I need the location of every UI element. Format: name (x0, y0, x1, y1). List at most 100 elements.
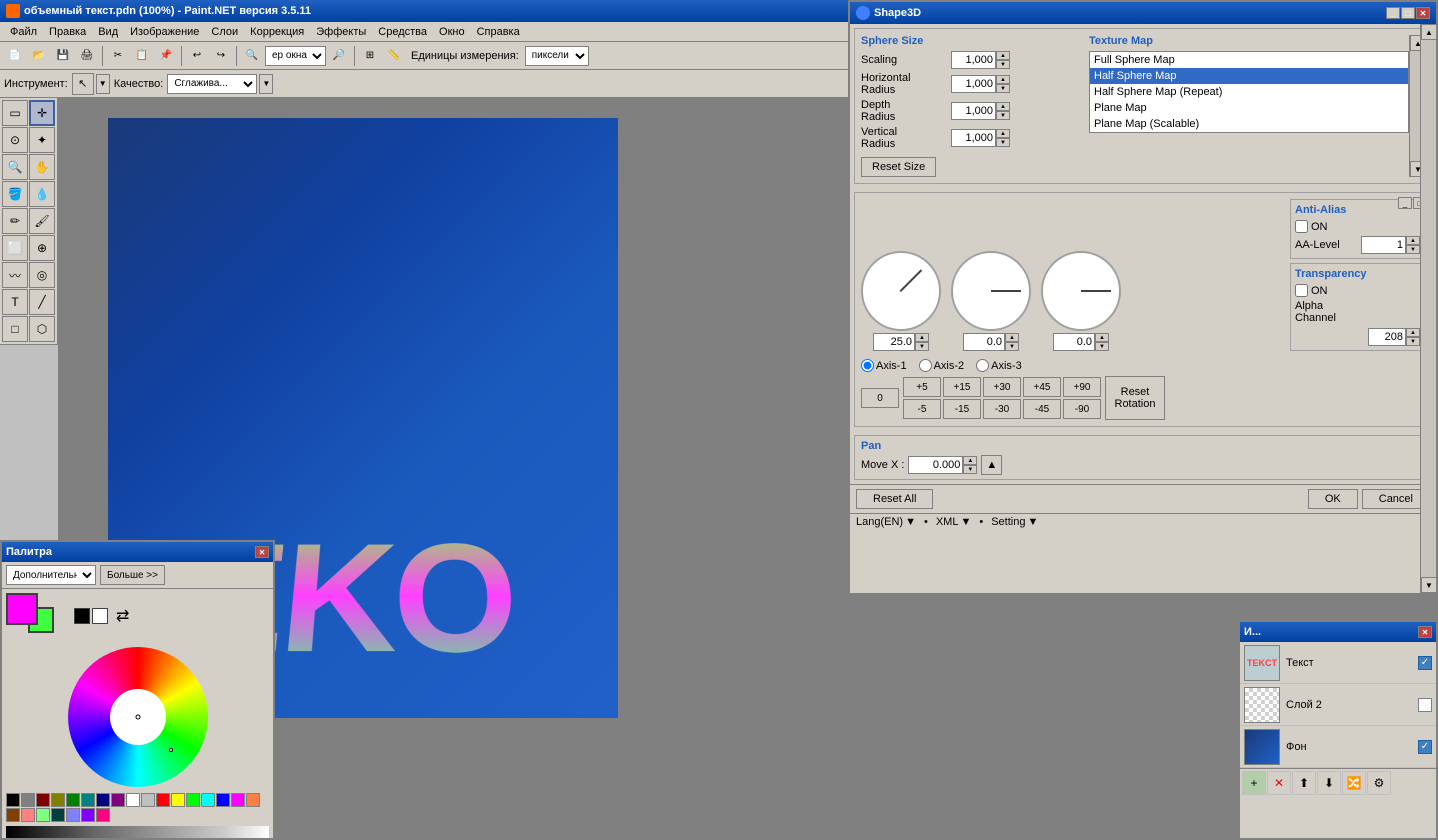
tool-zoom[interactable]: 🔍 (2, 154, 28, 180)
menu-help[interactable]: Справка (471, 24, 526, 40)
menu-file[interactable]: Файл (4, 24, 43, 40)
texture-half-sphere-repeat[interactable]: Half Sphere Map (Repeat) (1090, 84, 1408, 100)
palette-mode-combo[interactable]: Дополнительны (6, 565, 96, 585)
menu-image[interactable]: Изображение (124, 24, 205, 40)
axis1-up-btn[interactable]: ▲ (915, 333, 929, 342)
move-x-up-btn[interactable]: ▲ (963, 456, 977, 465)
plus90-btn[interactable]: +90 (1063, 377, 1101, 397)
tool-smear[interactable]: 〰 (2, 262, 28, 288)
move-x-input[interactable]: 0.000 (908, 456, 963, 474)
add-layer-btn[interactable]: + (1242, 771, 1266, 795)
vertical-radius-input[interactable]: 1,000 (951, 129, 996, 147)
tool-paint-bucket[interactable]: 🪣 (2, 181, 28, 207)
axis2-value-input[interactable]: 0.0 (963, 333, 1005, 351)
antialias-checkbox[interactable] (1295, 220, 1308, 233)
axis3-down-btn[interactable]: ▼ (1095, 342, 1109, 351)
print-button[interactable]: 🖨 (76, 45, 98, 67)
axis2-down-btn[interactable]: ▼ (1005, 342, 1019, 351)
minus90-btn[interactable]: -90 (1063, 399, 1101, 419)
axis3-value-input[interactable]: 0.0 (1053, 333, 1095, 351)
tool-dropdown[interactable]: ▼ (96, 74, 110, 94)
palette-color-14[interactable] (216, 793, 230, 807)
menu-edit[interactable]: Правка (43, 24, 92, 40)
axis2-radio[interactable] (919, 359, 932, 372)
layers-close-btn[interactable]: ✕ (1418, 626, 1432, 638)
tool-pan[interactable]: ✋ (29, 154, 55, 180)
scaling-down-btn[interactable]: ▼ (996, 60, 1010, 69)
layer-2-item[interactable]: Слой 2 (1240, 684, 1436, 726)
shape3d-minimize-btn[interactable]: _ (1386, 7, 1400, 19)
tool-gradient[interactable]: ⬡ (29, 316, 55, 342)
palette-color-12[interactable] (186, 793, 200, 807)
tool-text[interactable]: T (2, 289, 28, 315)
palette-color-19[interactable] (36, 808, 50, 822)
axis1-value-input[interactable]: 25.0 (873, 333, 915, 351)
palette-color-15[interactable] (231, 793, 245, 807)
palette-color-1[interactable] (21, 793, 35, 807)
layer-text-item[interactable]: TEKCT Текст ✓ (1240, 642, 1436, 684)
tool-clone[interactable]: ⊕ (29, 235, 55, 261)
palette-color-21[interactable] (66, 808, 80, 822)
palette-more-btn[interactable]: Больше >> (100, 565, 165, 585)
menu-correction[interactable]: Коррекция (244, 24, 310, 40)
plus15-btn[interactable]: +15 (943, 377, 981, 397)
rot-minimize-btn[interactable]: _ (1398, 197, 1412, 209)
tool-selector[interactable]: ↖ (72, 73, 94, 95)
palette-color-7[interactable] (111, 793, 125, 807)
aa-level-input[interactable]: 1 (1361, 236, 1406, 254)
paste-button[interactable]: 📌 (155, 45, 177, 67)
palette-color-11[interactable] (171, 793, 185, 807)
tool-lasso[interactable]: ⊙ (2, 127, 28, 153)
palette-color-23[interactable] (96, 808, 110, 822)
palette-color-22[interactable] (81, 808, 95, 822)
aa-level-down-btn[interactable]: ▼ (1406, 245, 1420, 254)
quality-dropdown[interactable]: ▼ (259, 74, 273, 94)
minus5-btn[interactable]: -5 (903, 399, 941, 419)
open-button[interactable]: 📂 (28, 45, 50, 67)
tool-eraser[interactable]: ⬜ (2, 235, 28, 261)
zoom-combo[interactable]: ер окна (265, 46, 326, 66)
palette-close-btn[interactable]: ✕ (255, 546, 269, 558)
zero-btn[interactable]: 0 (861, 388, 899, 408)
axis2-radio-label[interactable]: Axis-2 (919, 359, 965, 372)
depth-radius-input[interactable]: 1,000 (951, 102, 996, 120)
reset-size-button[interactable]: Reset Size (861, 157, 936, 177)
tool-color-picker[interactable]: 💧 (29, 181, 55, 207)
move-y-btn[interactable]: ▲ (981, 455, 1002, 475)
dial-axis2[interactable] (951, 251, 1031, 331)
palette-color-6[interactable] (96, 793, 110, 807)
palette-color-2[interactable] (36, 793, 50, 807)
move-layer-down-btn[interactable]: ⬇ (1317, 771, 1341, 795)
copy-button[interactable]: 📋 (131, 45, 153, 67)
depth-down-btn[interactable]: ▼ (996, 111, 1010, 120)
palette-color-5[interactable] (81, 793, 95, 807)
dial-axis1[interactable] (861, 251, 941, 331)
axis3-up-btn[interactable]: ▲ (1095, 333, 1109, 342)
tool-blur[interactable]: ◎ (29, 262, 55, 288)
horizontal-up-btn[interactable]: ▲ (996, 75, 1010, 84)
depth-up-btn[interactable]: ▲ (996, 102, 1010, 111)
xml-selector[interactable]: XML ▼ (936, 516, 972, 528)
texture-full-sphere[interactable]: Full Sphere Map (1090, 52, 1408, 68)
tool-brush[interactable]: 🖌 (29, 208, 55, 234)
palette-color-18[interactable] (21, 808, 35, 822)
palette-color-0[interactable] (6, 793, 20, 807)
palette-color-10[interactable] (156, 793, 170, 807)
ok-button[interactable]: OK (1308, 489, 1358, 509)
tool-pencil[interactable]: ✏ (2, 208, 28, 234)
plus5-btn[interactable]: +5 (903, 377, 941, 397)
alpha-up-btn[interactable]: ▲ (1406, 328, 1420, 337)
shape3d-scroll-up[interactable]: ▲ (1421, 24, 1437, 40)
palette-color-17[interactable] (6, 808, 20, 822)
shape3d-scroll-down[interactable]: ▼ (1421, 577, 1437, 593)
menu-layers[interactable]: Слои (205, 24, 244, 40)
cut-button[interactable]: ✂ (107, 45, 129, 67)
color-wheel[interactable] (68, 647, 208, 787)
tool-move[interactable]: ✛ (29, 100, 55, 126)
redo-button[interactable]: ↪ (210, 45, 232, 67)
save-button[interactable]: 💾 (52, 45, 74, 67)
shape3d-maximize-btn[interactable]: □ (1401, 7, 1415, 19)
units-combo[interactable]: пиксели (525, 46, 589, 66)
axis1-radio-label[interactable]: Axis-1 (861, 359, 907, 372)
palette-color-8[interactable] (126, 793, 140, 807)
